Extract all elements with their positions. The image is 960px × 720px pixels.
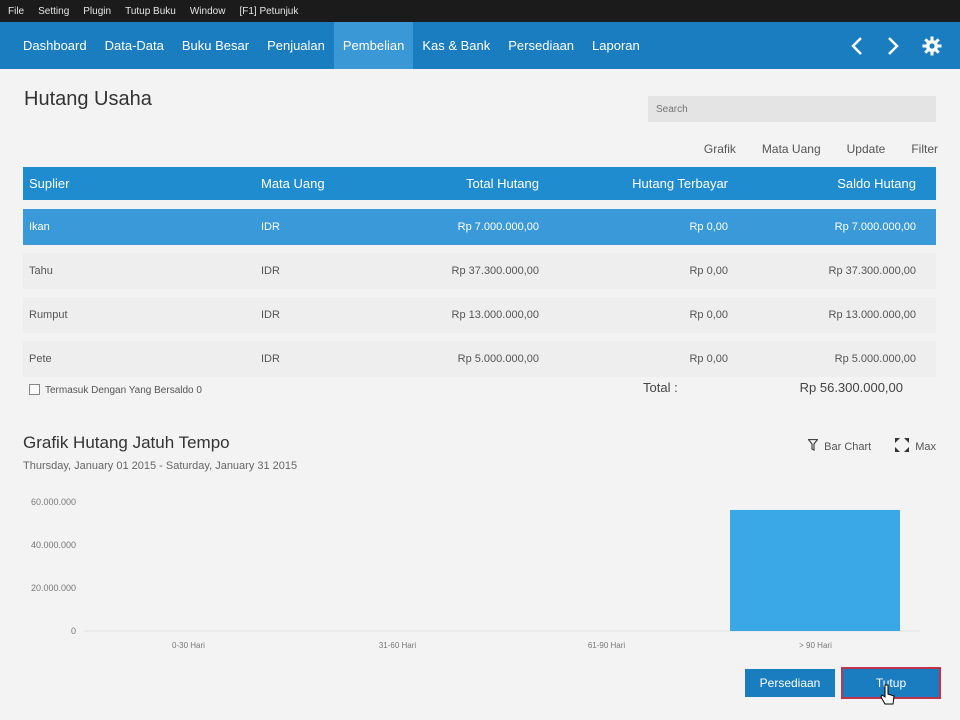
main-nav: Dashboard Data-Data Buku Besar Penjualan… bbox=[0, 22, 960, 69]
cell-suplier: Tahu bbox=[29, 265, 53, 277]
total-value: Rp 56.300.000,00 bbox=[799, 380, 903, 395]
nav-laporan[interactable]: Laporan bbox=[583, 22, 649, 69]
menu-window[interactable]: Window bbox=[190, 6, 226, 17]
grafik-link[interactable]: Grafik bbox=[704, 142, 736, 156]
update-link[interactable]: Update bbox=[847, 142, 886, 156]
max-button[interactable]: Max bbox=[895, 438, 936, 455]
menu-tutup-buku[interactable]: Tutup Buku bbox=[125, 6, 176, 17]
y-tick-label: 60.000.000 bbox=[31, 497, 76, 507]
x-tick-label: 61-90 Hari bbox=[588, 641, 626, 650]
menu-bar: File Setting Plugin Tutup Buku Window [F… bbox=[0, 0, 960, 22]
chart-title: Grafik Hutang Jatuh Tempo bbox=[23, 433, 230, 452]
table-row[interactable]: Tahu IDR Rp 37.300.000,00 Rp 0,00 Rp 37.… bbox=[23, 253, 936, 289]
cell-mata-uang: IDR bbox=[261, 309, 280, 321]
chevron-left-icon[interactable] bbox=[850, 36, 864, 56]
table-row[interactable]: Rumput IDR Rp 13.000.000,00 Rp 0,00 Rp 1… bbox=[23, 297, 936, 333]
cursor-icon bbox=[880, 684, 896, 711]
y-tick-label: 20.000.000 bbox=[31, 583, 76, 593]
x-tick-label: > 90 Hari bbox=[799, 641, 832, 650]
include-zero-label: Termasuk Dengan Yang Bersaldo 0 bbox=[45, 385, 202, 396]
total-label: Total : bbox=[643, 380, 678, 395]
cell-hutang-terbayar: Rp 0,00 bbox=[689, 309, 728, 321]
cell-hutang-terbayar: Rp 0,00 bbox=[689, 221, 728, 233]
persediaan-button[interactable]: Persediaan bbox=[745, 669, 835, 697]
chevron-right-icon[interactable] bbox=[886, 36, 900, 56]
menu-setting[interactable]: Setting bbox=[38, 6, 69, 17]
cell-mata-uang: IDR bbox=[261, 265, 280, 277]
page-title: Hutang Usaha bbox=[24, 88, 152, 110]
y-tick-label: 40.000.000 bbox=[31, 540, 76, 550]
cell-saldo-hutang: Rp 7.000.000,00 bbox=[834, 221, 916, 233]
menu-file[interactable]: File bbox=[8, 6, 24, 17]
table-actions: Grafik Mata Uang Update Filter bbox=[704, 142, 938, 156]
table-row[interactable]: Pete IDR Rp 5.000.000,00 Rp 0,00 Rp 5.00… bbox=[23, 341, 936, 377]
nav-penjualan[interactable]: Penjualan bbox=[258, 22, 334, 69]
menu-plugin[interactable]: Plugin bbox=[83, 6, 111, 17]
hutang-table: Suplier Mata Uang Total Hutang Hutang Te… bbox=[23, 167, 936, 377]
cell-suplier: Rumput bbox=[29, 309, 68, 321]
cell-total-hutang: Rp 13.000.000,00 bbox=[451, 309, 539, 321]
menu-help[interactable]: [F1] Petunjuk bbox=[239, 6, 298, 17]
chart-tools: Bar Chart Max bbox=[807, 438, 936, 455]
y-tick-label: 0 bbox=[71, 626, 76, 636]
cell-mata-uang: IDR bbox=[261, 221, 280, 233]
cell-hutang-terbayar: Rp 0,00 bbox=[689, 353, 728, 365]
mata-uang-link[interactable]: Mata Uang bbox=[762, 142, 821, 156]
cell-suplier: Ikan bbox=[29, 221, 50, 233]
cell-saldo-hutang: Rp 13.000.000,00 bbox=[828, 309, 916, 321]
header-mata-uang[interactable]: Mata Uang bbox=[261, 167, 325, 200]
chart-bar[interactable] bbox=[730, 509, 900, 631]
cell-mata-uang: IDR bbox=[261, 353, 280, 365]
nav-data-data[interactable]: Data-Data bbox=[96, 22, 173, 69]
nav-buku-besar[interactable]: Buku Besar bbox=[173, 22, 258, 69]
search-input[interactable] bbox=[648, 96, 936, 122]
chart-subtitle: Thursday, January 01 2015 - Saturday, Ja… bbox=[23, 460, 298, 472]
cell-total-hutang: Rp 5.000.000,00 bbox=[457, 353, 539, 365]
nav-kas-bank[interactable]: Kas & Bank bbox=[413, 22, 499, 69]
cell-suplier: Pete bbox=[29, 353, 52, 365]
include-zero-checkbox[interactable] bbox=[29, 384, 40, 395]
header-suplier[interactable]: Suplier bbox=[29, 167, 69, 200]
expand-icon bbox=[895, 438, 910, 455]
bar-chart-button[interactable]: Bar Chart bbox=[807, 438, 872, 455]
gear-icon[interactable] bbox=[922, 36, 942, 56]
table-row[interactable]: Ikan IDR Rp 7.000.000,00 Rp 0,00 Rp 7.00… bbox=[23, 209, 936, 245]
nav-dashboard[interactable]: Dashboard bbox=[14, 22, 96, 69]
header-saldo-hutang[interactable]: Saldo Hutang bbox=[837, 167, 916, 200]
hutang-bar-chart: 0 20.000.000 40.000.000 60.000.000 0-30 Hari… bbox=[31, 497, 920, 650]
bar-chart-label: Bar Chart bbox=[824, 440, 872, 453]
x-tick-label: 0-30 Hari bbox=[172, 641, 205, 650]
cell-hutang-terbayar: Rp 0,00 bbox=[689, 265, 728, 277]
header-total-hutang[interactable]: Total Hutang bbox=[466, 167, 539, 200]
filter-link[interactable]: Filter bbox=[911, 142, 938, 156]
nav-pembelian[interactable]: Pembelian bbox=[333, 22, 414, 69]
cell-total-hutang: Rp 37.300.000,00 bbox=[451, 265, 539, 277]
filter-icon bbox=[807, 438, 819, 454]
cell-saldo-hutang: Rp 5.000.000,00 bbox=[834, 353, 916, 365]
cell-saldo-hutang: Rp 37.300.000,00 bbox=[828, 265, 916, 277]
header-hutang-terbayar[interactable]: Hutang Terbayar bbox=[632, 167, 728, 200]
table-header: Suplier Mata Uang Total Hutang Hutang Te… bbox=[23, 167, 936, 200]
nav-persediaan[interactable]: Persediaan bbox=[499, 22, 583, 69]
x-tick-label: 31-60 Hari bbox=[379, 641, 417, 650]
cell-total-hutang: Rp 7.000.000,00 bbox=[457, 221, 539, 233]
max-label: Max bbox=[915, 440, 936, 453]
